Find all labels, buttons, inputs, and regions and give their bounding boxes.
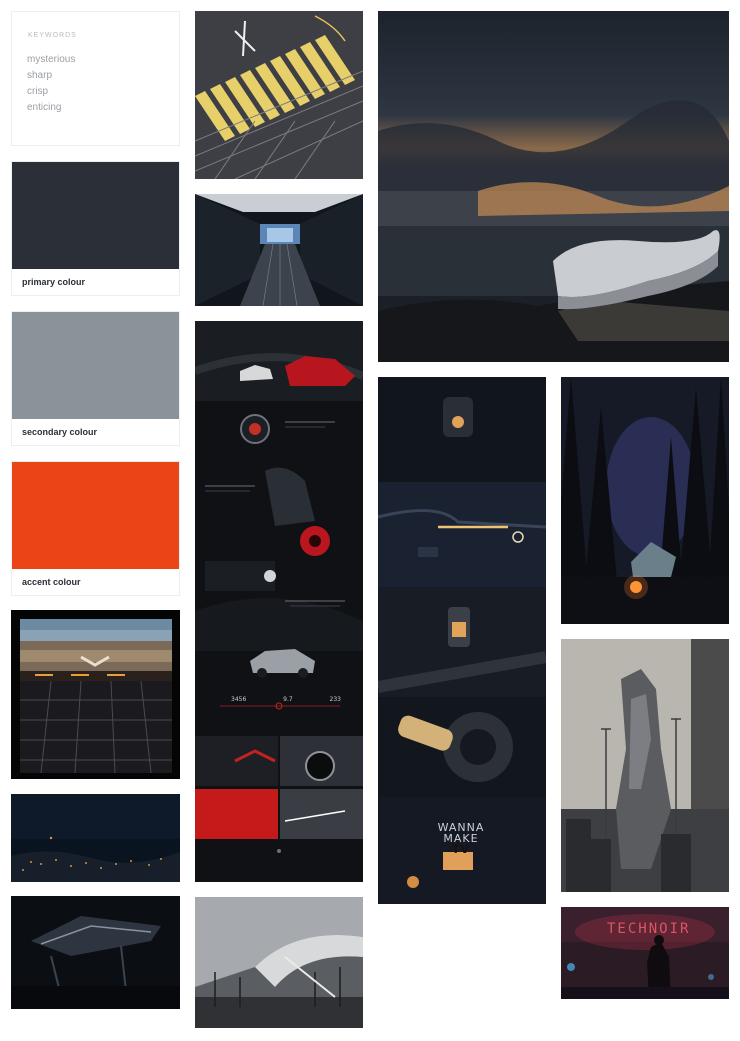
keyword-item: sharp: [27, 70, 53, 81]
keyword-item: mysterious: [27, 54, 76, 65]
keyword-item: crisp: [27, 86, 49, 97]
primary-colour-label: primary colour: [22, 277, 86, 287]
keyword-item: enticing: [27, 102, 62, 113]
primary-colour-swatch: [12, 162, 179, 269]
dystopian-tower-image: [561, 639, 729, 892]
car-stat: 233: [329, 696, 341, 703]
tv-headline: WANNA MAKE TV: [436, 822, 486, 855]
cliff-house-image: [378, 11, 729, 362]
keywords-list: mysterious sharp crisp enticing: [27, 52, 75, 116]
secondary-colour-label: secondary colour: [22, 427, 98, 437]
runway-markings-image: [195, 11, 363, 179]
accent-colour-card: accent colour: [11, 461, 180, 596]
accent-colour-label: accent colour: [22, 577, 81, 587]
forest-camp-image: [561, 377, 729, 624]
concrete-architecture-image: [195, 897, 363, 1028]
car-stat: 3456: [231, 696, 247, 703]
stadium-bleachers-image: [11, 610, 180, 779]
keywords-title: KEYWORDS: [28, 32, 77, 39]
neon-sign-image: TECHNOIR: [561, 907, 729, 999]
secondary-colour-card: secondary colour: [11, 311, 180, 446]
night-city-aerial-image: [11, 794, 180, 882]
ship-dark-image: [11, 896, 180, 1009]
escalator-tunnel-image: [195, 194, 363, 306]
tv-design-mockup-image: WANNA MAKE TV: [378, 377, 546, 904]
keywords-card: KEYWORDS mysterious sharp crisp enticing: [11, 11, 180, 146]
primary-colour-card: primary colour: [11, 161, 180, 296]
car-website-mockup-image: 3456 9.7 233: [195, 321, 363, 882]
neon-sign-text: TECHNOIR: [607, 921, 691, 937]
tv-headline-line: TV: [451, 843, 471, 856]
car-stat: 9.7: [283, 696, 293, 703]
secondary-colour-swatch: [12, 312, 179, 419]
car-stats: 3456 9.7 233: [231, 696, 341, 703]
accent-colour-swatch: [12, 462, 179, 569]
